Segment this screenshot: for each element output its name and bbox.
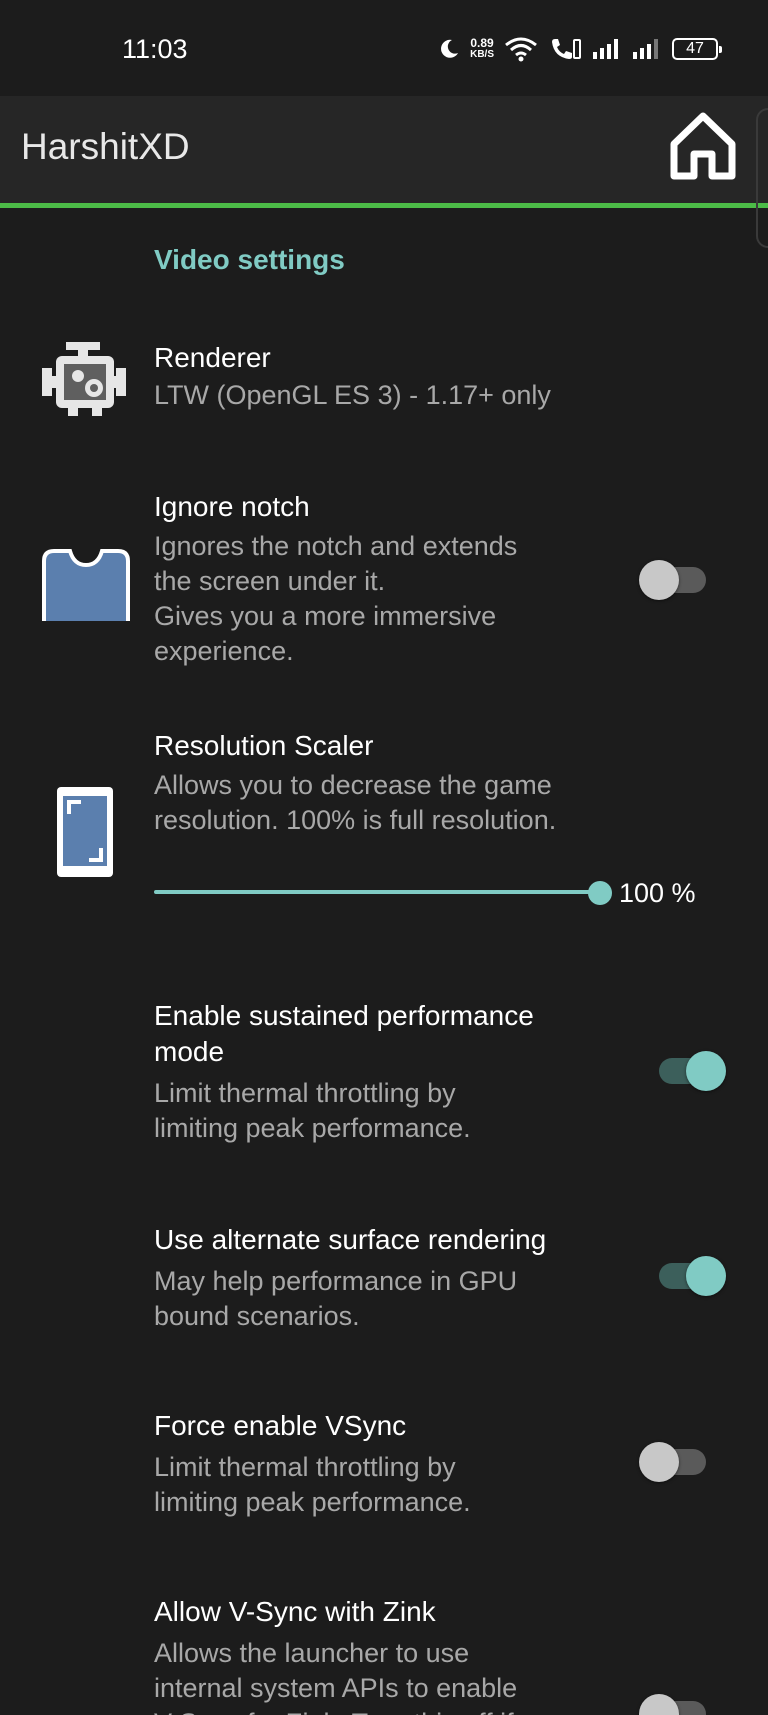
vsync-zink-title: Allow V-Sync with Zink: [154, 1596, 436, 1627]
net-speed: 0.89 KB/S: [470, 37, 494, 61]
force-vsync-title: Force enable VSync: [154, 1410, 407, 1441]
notch-icon: [40, 547, 132, 626]
force-vsync-switch[interactable]: [639, 1438, 709, 1482]
switch-thumb: [686, 1256, 726, 1296]
status-time: 11:03: [122, 34, 188, 64]
force-vsync-preference[interactable]: Force enable VSync Limit thermal throttl…: [0, 1408, 768, 1528]
ignore-notch-preference[interactable]: Ignore notch Ignores the notch and exten…: [0, 485, 768, 675]
switch-thumb: [639, 560, 679, 600]
alternate-surface-preference[interactable]: Use alternate surface rendering May help…: [0, 1222, 768, 1342]
alternate-surface-title: Use alternate surface rendering: [154, 1224, 547, 1255]
signal-icon-1: [593, 39, 618, 59]
volte-call-icon: [552, 39, 581, 59]
alternate-surface-summary-1: May help performance in GPU: [154, 1266, 518, 1296]
battery-indicator: 47: [672, 38, 722, 60]
ignore-notch-summary-1: Ignores the notch and extends: [154, 531, 518, 561]
home-button[interactable]: [668, 110, 738, 182]
signal-icon-2: [633, 39, 658, 59]
resolution-scaler-title: Resolution Scaler: [154, 730, 374, 761]
vsync-zink-summary-1: Allows the launcher to use: [154, 1638, 470, 1668]
ignore-notch-switch[interactable]: [639, 556, 709, 600]
ignore-notch-summary-3: Gives you a more immersive: [154, 601, 497, 631]
app-title: HarshitXD: [21, 126, 190, 167]
resolution-slider-track[interactable]: [154, 890, 600, 894]
renderer-preference[interactable]: Renderer LTW (OpenGL ES 3) - 1.17+ only: [0, 330, 768, 440]
sustained-performance-switch[interactable]: [656, 1047, 726, 1091]
status-icons: 0.89 KB/S 47: [438, 34, 722, 64]
sustained-performance-title-1: Enable sustained performance: [154, 1000, 534, 1031]
vsync-zink-switch[interactable]: [639, 1690, 709, 1715]
moon-icon: [441, 39, 459, 58]
edge-panel-handle[interactable]: [756, 108, 768, 248]
vsync-zink-summary-2: internal system APIs to enable: [154, 1673, 518, 1703]
renderer-summary: LTW (OpenGL ES 3) - 1.17+ only: [154, 380, 551, 410]
vsync-zink-preference[interactable]: Allow V-Sync with Zink Allows the launch…: [0, 1594, 768, 1715]
app-bar: HarshitXD: [0, 96, 768, 208]
home-icon: [670, 112, 736, 180]
net-speed-unit: KB/S: [470, 49, 494, 60]
net-speed-value: 0.89: [470, 36, 494, 50]
ignore-notch-title: Ignore notch: [154, 491, 310, 522]
alternate-surface-switch[interactable]: [656, 1252, 726, 1296]
sustained-performance-summary-2: limiting peak performance.: [154, 1113, 471, 1143]
resolution-scaler-summary-1: Allows you to decrease the game: [154, 770, 552, 800]
resolution-icon: [54, 784, 116, 885]
force-vsync-summary-2: limiting peak performance.: [154, 1487, 471, 1517]
switch-thumb: [639, 1442, 679, 1482]
resolution-slider-value: 100 %: [619, 878, 696, 908]
ignore-notch-summary-4: experience.: [154, 636, 294, 666]
wifi-icon: [505, 37, 537, 62]
resolution-scaler-summary-2: resolution. 100% is full resolution.: [154, 805, 557, 835]
sustained-performance-title-2: mode: [154, 1036, 225, 1067]
sustained-performance-summary-1: Limit thermal throttling by: [154, 1078, 456, 1108]
sustained-performance-preference[interactable]: Enable sustained performance mode Limit …: [0, 998, 768, 1148]
force-vsync-summary-1: Limit thermal throttling by: [154, 1452, 456, 1482]
status-bar: 11:03 0.89 KB/S 47: [0, 0, 768, 96]
alternate-surface-summary-2: bound scenarios.: [154, 1301, 360, 1331]
resolution-slider-thumb[interactable]: [588, 881, 612, 905]
ignore-notch-summary-2: the screen under it.: [154, 566, 386, 596]
renderer-title: Renderer: [154, 342, 271, 373]
vsync-zink-summary-3: V-Sync for Zink. Turn this off if: [154, 1706, 514, 1715]
switch-thumb: [686, 1051, 726, 1091]
engine-icon: [38, 338, 128, 425]
section-title-video-settings: Video settings: [154, 244, 345, 275]
switch-thumb: [639, 1694, 679, 1715]
